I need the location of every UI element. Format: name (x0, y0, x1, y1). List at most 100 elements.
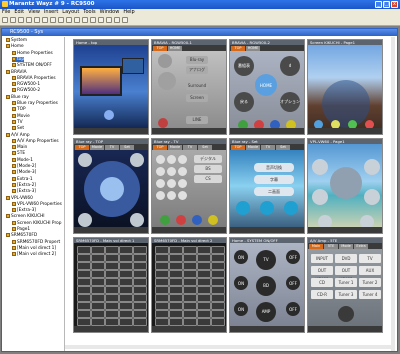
volume-preset-button[interactable] (169, 246, 183, 254)
volume-preset-button[interactable] (133, 254, 147, 262)
color-key-button[interactable] (160, 215, 170, 225)
tree-item[interactable]: Blue ray (6, 94, 29, 100)
input-select-button[interactable]: Tuner 1 (335, 278, 357, 287)
tree-item[interactable]: [Mode-3] (12, 170, 36, 175)
volume-preset-button[interactable] (155, 254, 169, 262)
tree-item[interactable]: VPL-VW60 Properties (12, 201, 62, 207)
arrow-center-icon[interactable] (260, 201, 274, 215)
arrow-left-icon[interactable] (236, 201, 250, 215)
volume-preset-button[interactable] (133, 246, 147, 254)
remote-button[interactable]: CS (194, 175, 222, 183)
volume-preset-button[interactable] (211, 270, 225, 278)
volume-preset-button[interactable] (197, 286, 211, 294)
volume-preset-button[interactable] (119, 270, 133, 278)
remote-panel[interactable]: BRAVIA - RGW500-1 TOP HOME Blu-ray アナログ Surro… (151, 39, 227, 135)
volume-preset-button[interactable] (155, 310, 169, 318)
volume-preset-button[interactable] (105, 302, 119, 310)
menu-item[interactable]: Layout (60, 9, 81, 16)
color-key-button[interactable] (192, 215, 202, 225)
tree-item[interactable]: 5TE (12, 151, 25, 156)
volume-preset-button[interactable] (105, 262, 119, 270)
menu-item[interactable]: Tools (81, 9, 97, 16)
panel-tab[interactable]: Set (198, 145, 212, 150)
volume-preset-button[interactable] (169, 254, 183, 262)
tree-item[interactable]: A/V Amp (6, 132, 30, 138)
grid-icon[interactable] (98, 17, 104, 23)
volume-preset-button[interactable] (211, 294, 225, 302)
cut-icon[interactable] (26, 17, 32, 23)
remote-button[interactable]: 二画面 (254, 187, 294, 196)
input-select-button[interactable]: DVD (335, 254, 357, 263)
align-center-icon[interactable] (82, 17, 88, 23)
dpad-icon[interactable] (158, 72, 176, 90)
volume-preset-button[interactable] (211, 254, 225, 262)
tree-item[interactable]: [Extra-3] (12, 189, 36, 194)
number-key[interactable] (178, 167, 187, 176)
volume-preset-button[interactable] (105, 278, 119, 286)
volume-preset-button[interactable] (119, 254, 133, 262)
volume-knob[interactable] (338, 306, 354, 322)
input-select-button[interactable]: CD-R (311, 290, 333, 299)
paste-icon[interactable] (42, 17, 48, 23)
mode-button[interactable] (364, 189, 380, 205)
align-right-icon[interactable] (90, 17, 96, 23)
panel-tab[interactable]: Extra (354, 244, 368, 249)
volume-preset-button[interactable] (211, 262, 225, 270)
new-icon[interactable] (2, 17, 8, 23)
volume-preset-button[interactable] (211, 318, 225, 326)
volume-preset-button[interactable] (105, 270, 119, 278)
remote-panel[interactable]: Blue ray - Set TOP Movie TV Set 音声切換 字幕 二画面 (229, 138, 305, 234)
tree-item[interactable]: A/V Amp Properties (12, 138, 59, 144)
remote-panel[interactable]: Blue ray - TOP TOP Movie TV Set (73, 138, 149, 234)
tree-item[interactable]: BRAVIA (6, 69, 27, 75)
volume-preset-button[interactable] (211, 246, 225, 254)
tree-item[interactable]: [Mode-2] (12, 164, 36, 169)
volume-preset-button[interactable] (133, 294, 147, 302)
input-select-button[interactable]: CD (311, 278, 333, 287)
volume-preset-button[interactable] (91, 310, 105, 318)
volume-preset-button[interactable] (77, 254, 91, 262)
bold-icon[interactable] (66, 17, 72, 23)
volume-preset-button[interactable] (183, 318, 197, 326)
document-title-bar[interactable]: RC9500 - Sys (2, 29, 397, 36)
volume-preset-button[interactable] (105, 318, 119, 326)
volume-preset-button[interactable] (119, 278, 133, 286)
volume-preset-button[interactable] (197, 302, 211, 310)
close-button[interactable]: x (391, 1, 398, 8)
tree-item[interactable]: [Extra-2] (12, 182, 36, 188)
panel-tab[interactable]: TV (261, 145, 275, 150)
volume-preset-button[interactable] (105, 246, 119, 254)
tree-item[interactable]: System (6, 38, 27, 43)
volume-preset-button[interactable] (183, 270, 197, 278)
arrow-right-icon[interactable] (284, 201, 298, 215)
volume-preset-button[interactable] (183, 310, 197, 318)
volume-preset-button[interactable] (197, 278, 211, 286)
volume-preset-button[interactable] (183, 302, 197, 310)
remote-button[interactable]: Screen (186, 94, 208, 102)
tree-item[interactable]: TOP (12, 107, 26, 112)
tree-item[interactable]: Main (12, 145, 27, 150)
title-bar[interactable]: Marantz Wayz # 9 - RC9500 _ □ x (0, 0, 400, 9)
number-key[interactable] (178, 191, 187, 200)
tree-item[interactable]: TV (12, 119, 23, 125)
tree-item[interactable]: Extra-1 (12, 176, 33, 182)
copy-icon[interactable] (34, 17, 40, 23)
volume-preset-button[interactable] (197, 246, 211, 254)
volume-preset-button[interactable] (183, 278, 197, 286)
mode-button[interactable] (364, 159, 380, 175)
input-select-button[interactable]: Tuner 3 (335, 290, 357, 299)
remote-button[interactable]: BS (194, 165, 222, 173)
volume-preset-button[interactable] (133, 262, 147, 270)
volume-preset-button[interactable] (197, 294, 211, 302)
tree-item[interactable]: SYSTEM ON/OFF (12, 63, 52, 68)
volume-preset-button[interactable] (183, 246, 197, 254)
panel-tab[interactable]: TOP (231, 145, 245, 150)
color-key-button[interactable] (208, 215, 218, 225)
play-button[interactable] (100, 177, 124, 201)
volume-preset-button[interactable] (197, 270, 211, 278)
panel-tab[interactable]: Movie (246, 145, 260, 150)
volume-preset-button[interactable] (155, 302, 169, 310)
remote-button[interactable]: Surround (186, 82, 208, 90)
volume-preset-button[interactable] (211, 286, 225, 294)
volume-preset-button[interactable] (169, 294, 183, 302)
